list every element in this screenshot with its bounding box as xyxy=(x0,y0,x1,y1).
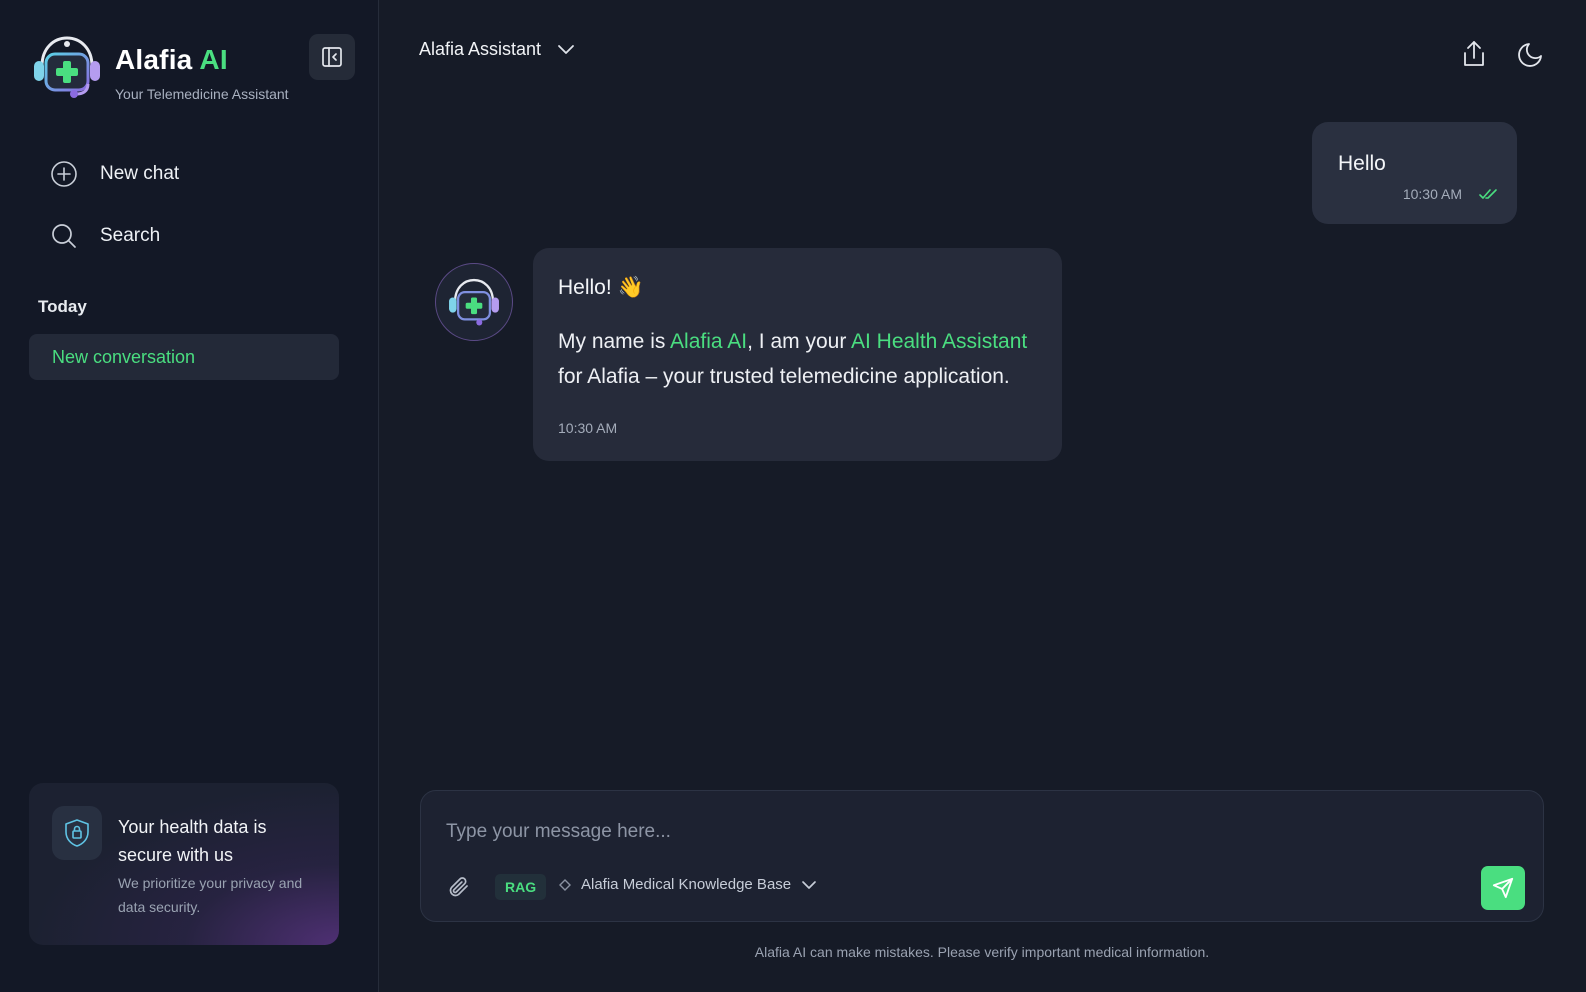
collapse-sidebar-button[interactable] xyxy=(309,34,355,80)
double-check-icon xyxy=(1479,189,1497,199)
security-card-text: We prioritize your privacy and data secu… xyxy=(118,875,303,915)
message-part: for Alafia – your trusted telemedicine a… xyxy=(558,365,1010,388)
chevron-down-icon xyxy=(558,44,574,54)
assistant-greeting: Hello! 👋 xyxy=(558,276,644,299)
share-icon xyxy=(1464,41,1484,66)
diamond-icon xyxy=(559,878,571,891)
assistant-message: Hello! 👋 My name is Alafia AI, I am your… xyxy=(533,248,1062,461)
security-card: Your health data is secure with us We pr… xyxy=(29,783,339,945)
user-message: Hello 10:30 AM xyxy=(1312,122,1517,224)
rag-badge[interactable]: RAG xyxy=(495,874,547,900)
user-message-text: Hello xyxy=(1338,152,1386,175)
share-button[interactable] xyxy=(1454,34,1494,74)
knowledge-base-selector[interactable]: Alafia Medical Knowledge Base xyxy=(559,876,817,893)
conversation-item[interactable]: New conversation xyxy=(29,334,339,380)
sidebar: Alafia AI Your Telemedicine Assistant Ne… xyxy=(0,0,379,992)
plus-circle-icon xyxy=(51,161,77,187)
message-input[interactable] xyxy=(446,817,1446,847)
brand-name-accent: AI xyxy=(199,44,228,75)
message-part: My name is xyxy=(558,330,671,353)
disclaimer-text: Alafia AI can make mistakes. Please veri… xyxy=(754,944,1210,960)
assistant-message-text: My name is Alafia AI, I am your AI Healt… xyxy=(558,324,1048,394)
chevron-down-icon xyxy=(802,880,816,889)
brand-subtitle: Your Telemedicine Assistant xyxy=(115,86,289,102)
send-button[interactable] xyxy=(1481,866,1525,910)
paperclip-icon xyxy=(449,877,468,897)
security-card-title: Your health data is secure with us xyxy=(118,817,267,865)
assistant-logo-icon xyxy=(449,278,499,326)
user-message-time: 10:30 AM xyxy=(1402,186,1462,202)
model-label: Alafia Assistant xyxy=(419,39,542,59)
brand-title: Alafia AI xyxy=(115,44,228,76)
model-selector[interactable]: Alafia Assistant xyxy=(419,39,575,60)
search-button[interactable]: Search xyxy=(50,219,160,253)
app-logo-icon xyxy=(30,34,104,100)
section-label-today: Today xyxy=(38,297,87,316)
assistant-message-time: 10:30 AM xyxy=(558,420,618,436)
search-label: Search xyxy=(100,225,161,246)
moon-icon xyxy=(1518,43,1542,67)
message-highlight-brand: Alafia AI xyxy=(670,330,748,353)
attach-button[interactable] xyxy=(446,874,472,900)
message-composer: RAG Alafia Medical Knowledge Base xyxy=(420,790,1544,922)
shield-lock-icon xyxy=(52,806,102,860)
sidebar-collapse-icon xyxy=(322,47,342,67)
new-chat-button[interactable]: New chat xyxy=(50,157,179,191)
theme-toggle-button[interactable] xyxy=(1511,34,1551,74)
send-icon xyxy=(1492,877,1514,899)
search-icon xyxy=(52,224,76,248)
knowledge-base-label: Alafia Medical Knowledge Base xyxy=(581,876,792,893)
brand-name: Alafia xyxy=(115,44,193,75)
message-highlight-assistant: AI Health Assistant xyxy=(850,330,1028,353)
assistant-avatar xyxy=(435,263,513,341)
new-chat-label: New chat xyxy=(100,163,180,184)
message-part: , I am your xyxy=(747,330,851,353)
